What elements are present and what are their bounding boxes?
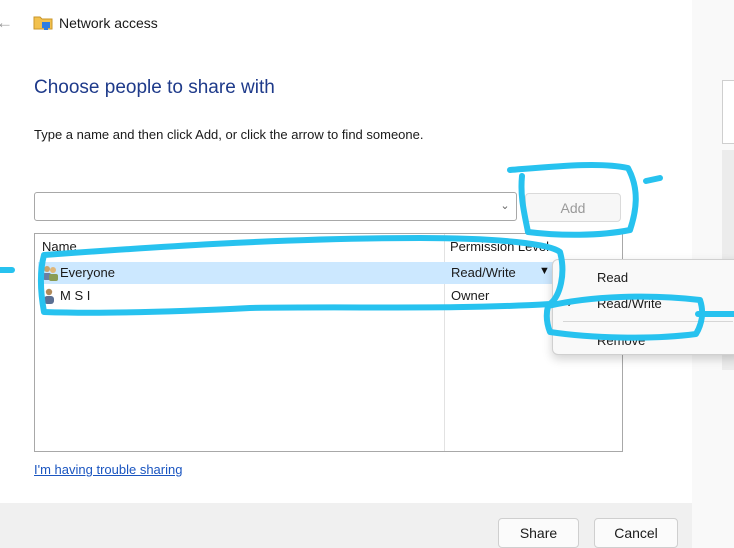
row-name: M S I <box>60 288 91 303</box>
name-input[interactable] <box>41 196 495 218</box>
column-header-name[interactable]: Name <box>42 239 77 254</box>
menu-item-remove[interactable]: Remove <box>597 333 645 348</box>
user-icon <box>42 288 59 304</box>
row-permission: Owner <box>451 288 490 303</box>
list-row-everyone[interactable]: Everyone Read/Write ▼ <box>38 262 619 284</box>
checkmark-icon: ✓ <box>566 296 577 310</box>
trouble-sharing-link[interactable]: I'm having trouble sharing <box>34 462 182 477</box>
network-folder-icon <box>33 13 53 31</box>
page-heading: Choose people to share with <box>34 77 275 98</box>
triangle-down-icon[interactable]: ▼ <box>539 265 550 277</box>
window-title: Network access <box>59 15 158 31</box>
row-name: Everyone <box>60 265 115 280</box>
column-header-permission[interactable]: Permission Level <box>450 239 549 254</box>
share-list: Name Permission Level Everyone Read/Writ… <box>34 233 623 452</box>
menu-separator <box>563 321 733 322</box>
chevron-down-icon[interactable]: ⌄ <box>496 196 514 216</box>
add-button[interactable]: Add <box>525 193 621 222</box>
name-combobox[interactable]: ⌄ <box>34 192 517 221</box>
group-users-icon <box>42 265 59 281</box>
back-arrow-icon[interactable]: ← <box>0 12 16 34</box>
menu-item-read[interactable]: Read <box>597 270 628 285</box>
list-row-msi[interactable]: M S I Owner <box>38 285 619 307</box>
background-card <box>722 80 734 144</box>
instruction-text: Type a name and then click Add, or click… <box>34 127 424 142</box>
row-permission[interactable]: Read/Write <box>451 265 516 280</box>
share-button[interactable]: Share <box>498 518 579 548</box>
menu-item-read-write[interactable]: Read/Write <box>597 296 662 311</box>
title-bar: ← Network access <box>0 0 692 46</box>
cancel-button[interactable]: Cancel <box>594 518 678 548</box>
dialog-footer <box>0 503 692 548</box>
permission-context-menu: Read ✓ Read/Write Remove <box>552 259 734 355</box>
